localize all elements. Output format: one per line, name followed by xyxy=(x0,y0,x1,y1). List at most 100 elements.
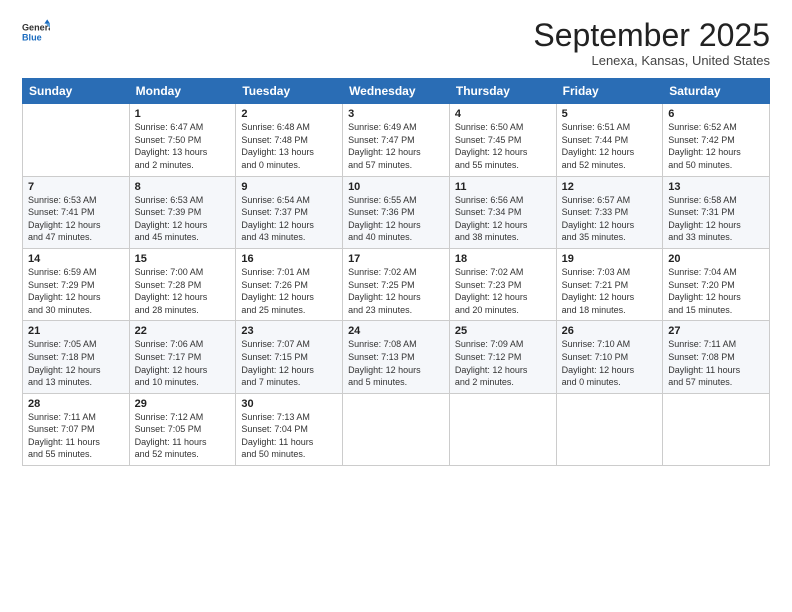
day-info: Sunrise: 7:03 AM Sunset: 7:21 PM Dayligh… xyxy=(562,266,658,316)
calendar-cell: 5Sunrise: 6:51 AM Sunset: 7:44 PM Daylig… xyxy=(556,104,663,176)
day-info: Sunrise: 7:11 AM Sunset: 7:08 PM Dayligh… xyxy=(668,338,764,388)
calendar-row-2: 7Sunrise: 6:53 AM Sunset: 7:41 PM Daylig… xyxy=(23,176,770,248)
day-info: Sunrise: 7:05 AM Sunset: 7:18 PM Dayligh… xyxy=(28,338,124,388)
day-info: Sunrise: 6:51 AM Sunset: 7:44 PM Dayligh… xyxy=(562,121,658,171)
calendar-cell: 6Sunrise: 6:52 AM Sunset: 7:42 PM Daylig… xyxy=(663,104,770,176)
calendar-cell: 26Sunrise: 7:10 AM Sunset: 7:10 PM Dayli… xyxy=(556,321,663,393)
day-number: 23 xyxy=(241,325,337,337)
weekday-friday: Friday xyxy=(556,79,663,104)
logo-icon: General Blue xyxy=(22,18,50,46)
day-number: 22 xyxy=(135,325,231,337)
day-info: Sunrise: 7:11 AM Sunset: 7:07 PM Dayligh… xyxy=(28,411,124,461)
day-info: Sunrise: 7:02 AM Sunset: 7:25 PM Dayligh… xyxy=(348,266,444,316)
day-number: 5 xyxy=(562,108,658,120)
calendar-cell: 1Sunrise: 6:47 AM Sunset: 7:50 PM Daylig… xyxy=(129,104,236,176)
calendar-cell: 24Sunrise: 7:08 AM Sunset: 7:13 PM Dayli… xyxy=(343,321,450,393)
calendar-cell: 14Sunrise: 6:59 AM Sunset: 7:29 PM Dayli… xyxy=(23,248,130,320)
day-info: Sunrise: 6:47 AM Sunset: 7:50 PM Dayligh… xyxy=(135,121,231,171)
day-number: 28 xyxy=(28,398,124,410)
calendar-cell: 17Sunrise: 7:02 AM Sunset: 7:25 PM Dayli… xyxy=(343,248,450,320)
day-info: Sunrise: 6:58 AM Sunset: 7:31 PM Dayligh… xyxy=(668,194,764,244)
day-number: 29 xyxy=(135,398,231,410)
calendar-cell: 11Sunrise: 6:56 AM Sunset: 7:34 PM Dayli… xyxy=(449,176,556,248)
day-info: Sunrise: 7:02 AM Sunset: 7:23 PM Dayligh… xyxy=(455,266,551,316)
calendar-table: SundayMondayTuesdayWednesdayThursdayFrid… xyxy=(22,78,770,466)
day-number: 6 xyxy=(668,108,764,120)
day-number: 1 xyxy=(135,108,231,120)
weekday-sunday: Sunday xyxy=(23,79,130,104)
calendar-cell: 10Sunrise: 6:55 AM Sunset: 7:36 PM Dayli… xyxy=(343,176,450,248)
day-number: 10 xyxy=(348,181,444,193)
day-info: Sunrise: 7:13 AM Sunset: 7:04 PM Dayligh… xyxy=(241,411,337,461)
calendar-cell: 7Sunrise: 6:53 AM Sunset: 7:41 PM Daylig… xyxy=(23,176,130,248)
day-info: Sunrise: 6:49 AM Sunset: 7:47 PM Dayligh… xyxy=(348,121,444,171)
calendar-cell: 28Sunrise: 7:11 AM Sunset: 7:07 PM Dayli… xyxy=(23,393,130,465)
calendar-cell: 13Sunrise: 6:58 AM Sunset: 7:31 PM Dayli… xyxy=(663,176,770,248)
calendar-cell: 29Sunrise: 7:12 AM Sunset: 7:05 PM Dayli… xyxy=(129,393,236,465)
day-number: 13 xyxy=(668,181,764,193)
calendar-cell: 8Sunrise: 6:53 AM Sunset: 7:39 PM Daylig… xyxy=(129,176,236,248)
calendar-cell: 27Sunrise: 7:11 AM Sunset: 7:08 PM Dayli… xyxy=(663,321,770,393)
day-info: Sunrise: 6:55 AM Sunset: 7:36 PM Dayligh… xyxy=(348,194,444,244)
day-info: Sunrise: 6:54 AM Sunset: 7:37 PM Dayligh… xyxy=(241,194,337,244)
calendar-cell: 30Sunrise: 7:13 AM Sunset: 7:04 PM Dayli… xyxy=(236,393,343,465)
day-number: 12 xyxy=(562,181,658,193)
day-number: 30 xyxy=(241,398,337,410)
day-number: 27 xyxy=(668,325,764,337)
day-info: Sunrise: 6:56 AM Sunset: 7:34 PM Dayligh… xyxy=(455,194,551,244)
day-info: Sunrise: 7:06 AM Sunset: 7:17 PM Dayligh… xyxy=(135,338,231,388)
month-title: September 2025 xyxy=(533,18,770,53)
day-number: 14 xyxy=(28,253,124,265)
calendar-cell: 18Sunrise: 7:02 AM Sunset: 7:23 PM Dayli… xyxy=(449,248,556,320)
calendar-cell: 16Sunrise: 7:01 AM Sunset: 7:26 PM Dayli… xyxy=(236,248,343,320)
calendar-cell: 9Sunrise: 6:54 AM Sunset: 7:37 PM Daylig… xyxy=(236,176,343,248)
calendar-cell xyxy=(556,393,663,465)
svg-text:Blue: Blue xyxy=(22,32,42,42)
day-info: Sunrise: 7:04 AM Sunset: 7:20 PM Dayligh… xyxy=(668,266,764,316)
calendar-row-3: 14Sunrise: 6:59 AM Sunset: 7:29 PM Dayli… xyxy=(23,248,770,320)
day-info: Sunrise: 7:07 AM Sunset: 7:15 PM Dayligh… xyxy=(241,338,337,388)
calendar-cell: 23Sunrise: 7:07 AM Sunset: 7:15 PM Dayli… xyxy=(236,321,343,393)
calendar-cell: 15Sunrise: 7:00 AM Sunset: 7:28 PM Dayli… xyxy=(129,248,236,320)
day-number: 16 xyxy=(241,253,337,265)
calendar-row-4: 21Sunrise: 7:05 AM Sunset: 7:18 PM Dayli… xyxy=(23,321,770,393)
day-number: 20 xyxy=(668,253,764,265)
day-number: 2 xyxy=(241,108,337,120)
calendar-cell: 22Sunrise: 7:06 AM Sunset: 7:17 PM Dayli… xyxy=(129,321,236,393)
day-number: 11 xyxy=(455,181,551,193)
day-number: 7 xyxy=(28,181,124,193)
weekday-header-row: SundayMondayTuesdayWednesdayThursdayFrid… xyxy=(23,79,770,104)
day-number: 4 xyxy=(455,108,551,120)
calendar-cell xyxy=(23,104,130,176)
weekday-monday: Monday xyxy=(129,79,236,104)
day-number: 15 xyxy=(135,253,231,265)
svg-text:General: General xyxy=(22,23,50,33)
calendar-cell: 2Sunrise: 6:48 AM Sunset: 7:48 PM Daylig… xyxy=(236,104,343,176)
logo: General Blue xyxy=(22,18,54,46)
weekday-saturday: Saturday xyxy=(663,79,770,104)
day-number: 3 xyxy=(348,108,444,120)
calendar-cell: 3Sunrise: 6:49 AM Sunset: 7:47 PM Daylig… xyxy=(343,104,450,176)
day-number: 17 xyxy=(348,253,444,265)
header: General Blue September 2025 Lenexa, Kans… xyxy=(22,18,770,68)
day-number: 26 xyxy=(562,325,658,337)
calendar-row-5: 28Sunrise: 7:11 AM Sunset: 7:07 PM Dayli… xyxy=(23,393,770,465)
calendar-cell: 19Sunrise: 7:03 AM Sunset: 7:21 PM Dayli… xyxy=(556,248,663,320)
weekday-tuesday: Tuesday xyxy=(236,79,343,104)
day-number: 19 xyxy=(562,253,658,265)
calendar-cell xyxy=(663,393,770,465)
calendar-cell: 25Sunrise: 7:09 AM Sunset: 7:12 PM Dayli… xyxy=(449,321,556,393)
calendar-cell: 21Sunrise: 7:05 AM Sunset: 7:18 PM Dayli… xyxy=(23,321,130,393)
day-info: Sunrise: 6:59 AM Sunset: 7:29 PM Dayligh… xyxy=(28,266,124,316)
day-number: 9 xyxy=(241,181,337,193)
day-info: Sunrise: 6:52 AM Sunset: 7:42 PM Dayligh… xyxy=(668,121,764,171)
day-number: 8 xyxy=(135,181,231,193)
day-number: 25 xyxy=(455,325,551,337)
day-number: 21 xyxy=(28,325,124,337)
day-info: Sunrise: 6:57 AM Sunset: 7:33 PM Dayligh… xyxy=(562,194,658,244)
calendar-cell: 20Sunrise: 7:04 AM Sunset: 7:20 PM Dayli… xyxy=(663,248,770,320)
title-block: September 2025 Lenexa, Kansas, United St… xyxy=(533,18,770,68)
calendar-cell xyxy=(449,393,556,465)
weekday-wednesday: Wednesday xyxy=(343,79,450,104)
day-info: Sunrise: 6:50 AM Sunset: 7:45 PM Dayligh… xyxy=(455,121,551,171)
